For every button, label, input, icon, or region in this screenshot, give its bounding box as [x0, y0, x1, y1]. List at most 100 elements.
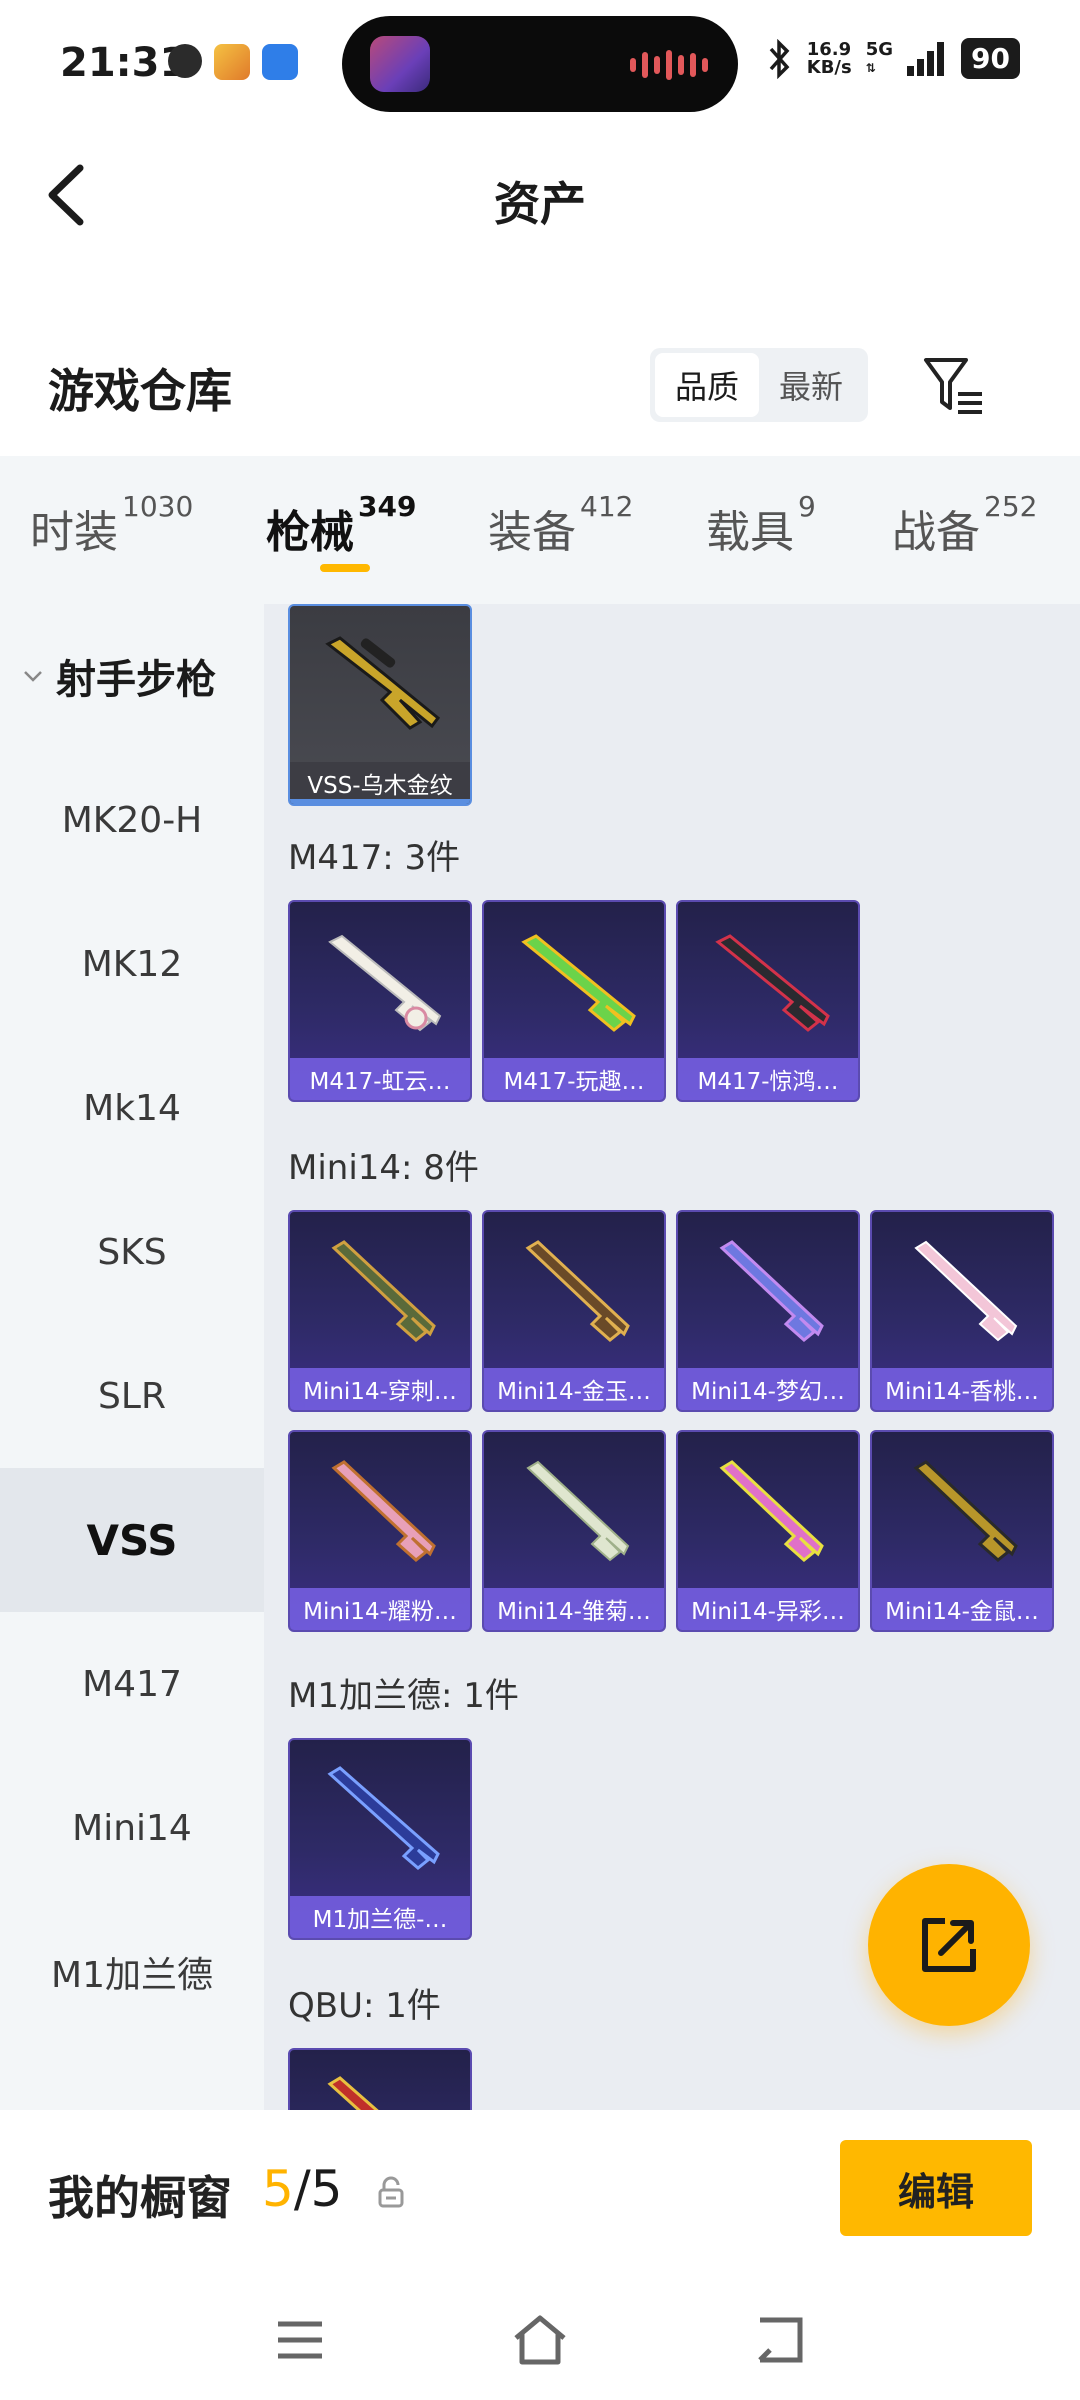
sort-newest-button[interactable]: 最新: [759, 353, 863, 417]
section-label-qbu: QBU: 1件: [288, 1986, 441, 2026]
tab-vehicles[interactable]: 载具9: [706, 490, 816, 560]
weapon-name: VSS-乌木金纹: [290, 762, 470, 804]
sidebar-item-mk12[interactable]: MK12: [0, 892, 264, 1036]
app-notification-icon: [168, 44, 202, 78]
sidebar-item-vss[interactable]: VSS: [0, 1468, 264, 1612]
share-icon: [922, 1918, 976, 1972]
rifle-skin-icon: [327, 2076, 379, 2110]
rifle-skin-icon: [525, 1240, 630, 1342]
sidebar-item-m417[interactable]: M417: [0, 1612, 264, 1756]
chevron-down-icon: [24, 671, 42, 682]
rifle-skin-icon: [331, 1460, 436, 1562]
rifle-skin-icon: [913, 1460, 1018, 1562]
tab-weapons-label: 枪械: [266, 507, 354, 558]
rifle-skin-icon: [327, 1766, 440, 1870]
home-icon[interactable]: [510, 2310, 570, 2370]
net-speed-value: 16.9: [806, 38, 852, 60]
rifle-skin-icon: [521, 934, 636, 1032]
weapon-card[interactable]: M417-虹云…: [288, 900, 472, 1102]
audio-wave-icon: [630, 50, 708, 80]
weapon-name: M417-惊鸿…: [678, 1058, 858, 1100]
bluetooth-icon: [769, 38, 790, 79]
menu-icon[interactable]: [270, 2310, 330, 2370]
sidebar-item-sks[interactable]: SKS: [0, 1180, 264, 1324]
filter-icon[interactable]: [920, 352, 986, 418]
signal-icon: [907, 41, 945, 76]
weapon-name: Mini14-香桃…: [872, 1368, 1052, 1410]
weapon-card[interactable]: Mini14-金玉…: [482, 1210, 666, 1412]
tab-weapons[interactable]: 枪械349: [266, 490, 416, 560]
sort-quality-button[interactable]: 品质: [655, 353, 759, 417]
showcase-bar: 我的橱窗 5/5 编辑: [0, 2110, 1080, 2400]
rifle-skin-icon: [715, 934, 830, 1032]
showcase-count: 5/5: [262, 2160, 342, 2218]
rifle-skin-icon: [328, 934, 442, 1032]
tab-equipment-label: 装备: [488, 507, 576, 558]
back-nav-icon[interactable]: [750, 2310, 810, 2370]
tab-weapons-count: 349: [358, 490, 417, 523]
page-title: 资产: [494, 177, 586, 231]
showcase-label: 我的橱窗: [48, 2171, 232, 2225]
network-type: 5G: [865, 38, 894, 60]
weapon-name: Mini14-异彩…: [678, 1588, 858, 1630]
status-bar: 21:31 16.9 KB/s 5G ⇅ 90: [0, 0, 1080, 130]
tab-vehicles-count: 9: [798, 490, 816, 523]
weapon-card[interactable]: Mini14-梦幻…: [676, 1210, 860, 1412]
tab-fashion-label: 时装: [30, 507, 118, 558]
weapon-type-sidebar: 射手步枪 MK20-H MK12 Mk14 SKS SLR VSS M417 M…: [0, 604, 264, 2110]
weapon-card[interactable]: VSS-乌木金纹: [288, 604, 472, 806]
sidebar-item-mk14[interactable]: Mk14: [0, 1036, 264, 1180]
weapon-card[interactable]: Mini14-香桃…: [870, 1210, 1054, 1412]
tab-fashion[interactable]: 时装1030: [30, 490, 193, 560]
weapon-card[interactable]: M1加兰德-…: [288, 1738, 472, 1940]
weapon-name: Mini14-耀粉…: [290, 1588, 470, 1630]
share-fab-button[interactable]: [868, 1864, 1030, 2026]
active-tab-indicator: [320, 564, 370, 572]
battery-level: 90: [961, 38, 1020, 79]
tab-fashion-count: 1030: [122, 490, 194, 523]
edit-button[interactable]: 编辑: [840, 2140, 1032, 2236]
weapon-name: Mini14-穿刺…: [290, 1368, 470, 1410]
rifle-skin-icon: [526, 1460, 630, 1562]
weapon-card[interactable]: Mini14-穿刺…: [288, 1210, 472, 1412]
game-notification-icon: [214, 44, 250, 80]
rifle-skin-icon: [325, 636, 441, 730]
status-indicators: 16.9 KB/s 5G ⇅ 90: [767, 38, 1020, 79]
tab-supplies[interactable]: 战备252: [892, 490, 1037, 560]
section-label-m417: M417: 3件: [288, 838, 461, 878]
sidebar-item-mk20h[interactable]: MK20-H: [0, 748, 264, 892]
rifle-skin-icon: [719, 1240, 824, 1342]
sidebar-item-slr[interactable]: SLR: [0, 1324, 264, 1468]
tab-equipment[interactable]: 装备412: [488, 490, 633, 560]
weapon-card[interactable]: [288, 2048, 472, 2110]
net-speed-unit: KB/s: [806, 56, 852, 78]
weapon-name: Mini14-雏菊…: [484, 1588, 664, 1630]
weapon-card[interactable]: M417-惊鸿…: [676, 900, 860, 1102]
weapon-name: M417-虹云…: [290, 1058, 470, 1100]
tab-supplies-label: 战备: [892, 507, 980, 558]
section-label-mini14: Mini14: 8件: [288, 1148, 479, 1188]
tab-vehicles-label: 载具: [706, 507, 794, 558]
dynamic-island[interactable]: [342, 16, 738, 112]
sidebar-group-marksman[interactable]: 射手步枪: [0, 604, 264, 748]
tab-supplies-count: 252: [984, 490, 1038, 523]
weapon-card[interactable]: M417-玩趣…: [482, 900, 666, 1102]
now-playing-app-icon: [370, 36, 430, 92]
showcase-total: /5: [293, 2160, 343, 2218]
weapon-card[interactable]: Mini14-异彩…: [676, 1430, 860, 1632]
rifle-skin-icon: [719, 1460, 824, 1562]
weapon-card[interactable]: Mini14-耀粉…: [288, 1430, 472, 1632]
weapon-name: Mini14-金玉…: [484, 1368, 664, 1410]
sidebar-item-mini14[interactable]: Mini14: [0, 1756, 264, 1900]
weapon-card[interactable]: Mini14-雏菊…: [482, 1430, 666, 1632]
warehouse-title: 游戏仓库: [48, 364, 232, 418]
tab-equipment-count: 412: [580, 490, 634, 523]
lock-icon: [378, 2176, 404, 2208]
sidebar-group-label: 射手步枪: [56, 657, 216, 703]
category-tabs: 时装1030 枪械349 装备412 载具9 战备252: [0, 456, 1080, 604]
sidebar-item-m1-garand[interactable]: M1加兰德: [0, 1900, 264, 2044]
weapon-name: Mini14-金鼠…: [872, 1588, 1052, 1630]
weapon-card[interactable]: Mini14-金鼠…: [870, 1430, 1054, 1632]
sort-toggle: 品质 最新: [650, 348, 868, 422]
rifle-skin-icon: [331, 1240, 436, 1342]
